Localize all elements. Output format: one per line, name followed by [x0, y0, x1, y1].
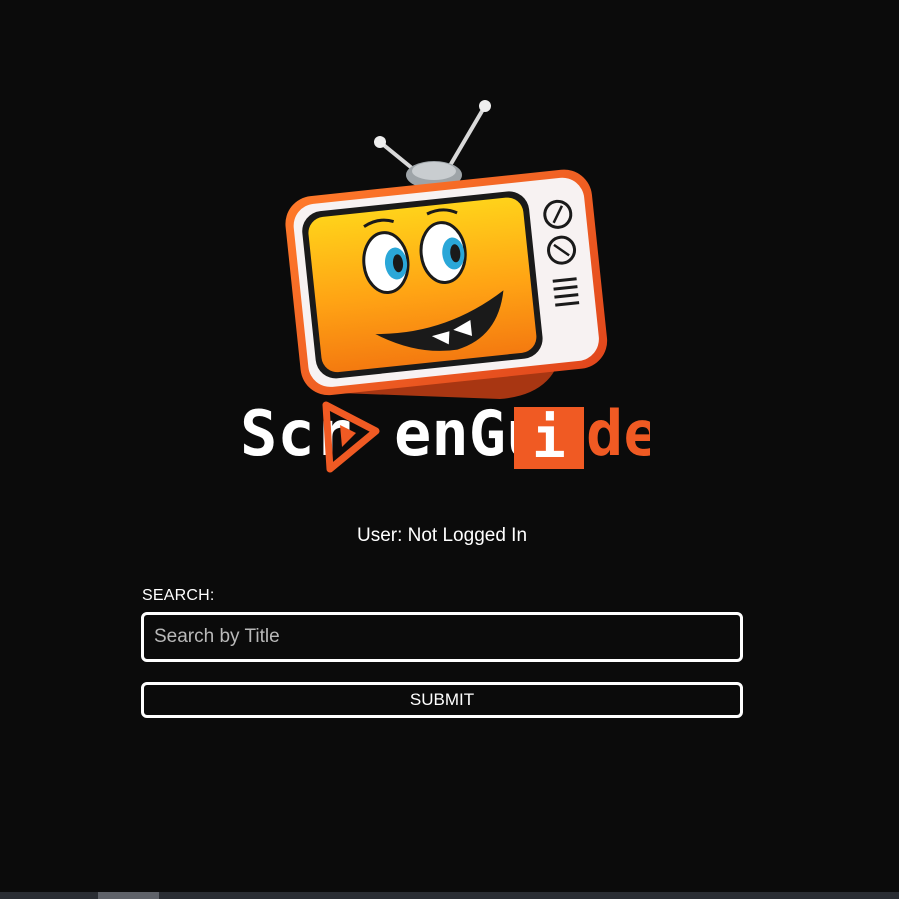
- search-input[interactable]: [141, 612, 743, 662]
- logo-text-i: i: [532, 406, 566, 471]
- user-status: User: Not Logged In: [356, 525, 528, 546]
- tv-mascot-icon: Scr enGu i de: [240, 100, 650, 473]
- logo-text-de: de: [586, 397, 650, 470]
- screenguide-logo: Scr enGu i de: [230, 95, 650, 480]
- submit-button[interactable]: SUBMIT: [141, 682, 743, 718]
- search-label: SEARCH:: [142, 587, 215, 604]
- scrollbar-thumb[interactable]: [98, 892, 159, 899]
- page: Scr enGu i de User: Not Logged In SEARCH…: [0, 0, 899, 899]
- horizontal-scrollbar[interactable]: [0, 892, 899, 899]
